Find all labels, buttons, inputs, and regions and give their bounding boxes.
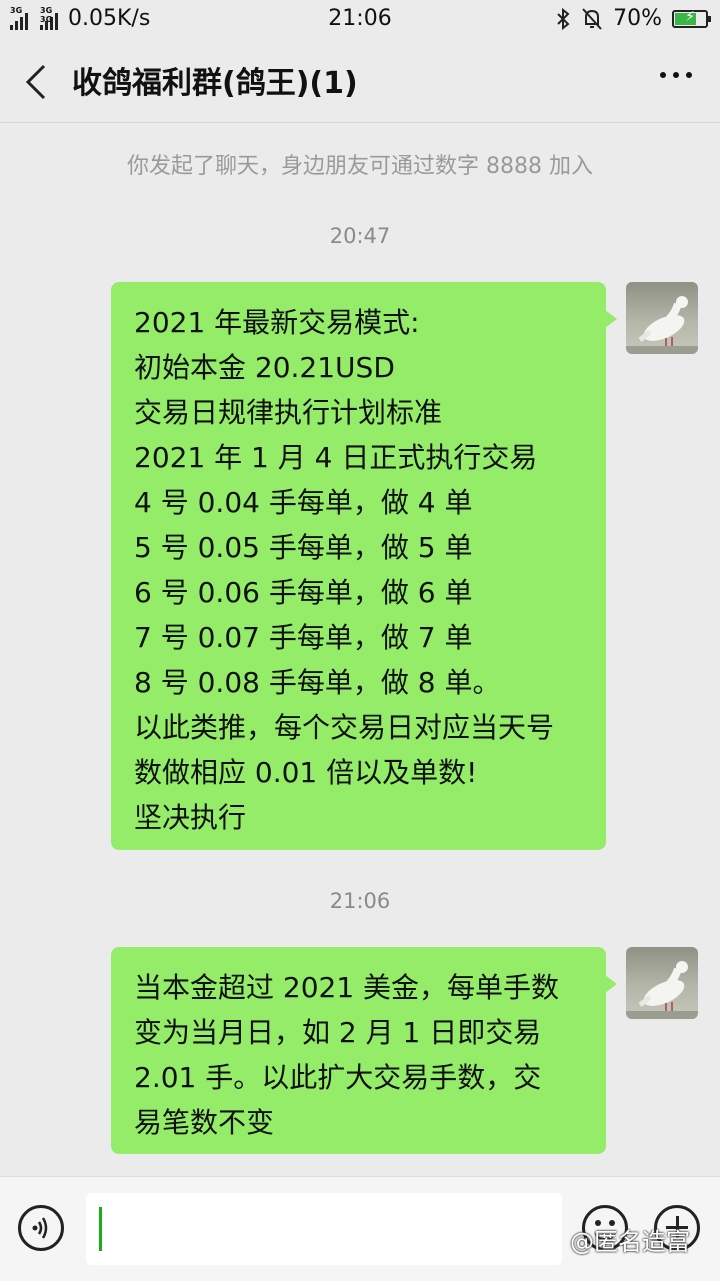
watermark: @匿名造富 — [570, 1228, 690, 1256]
message-line: 7 号 0.07 手每单，做 7 单 — [134, 621, 473, 654]
speaker-wave-icon — [32, 1217, 48, 1239]
mute-bell-icon — [582, 7, 602, 30]
message-line: 变为当月日，如 2 月 1 日即交易 — [134, 1016, 542, 1049]
message-line: 交易日规律执行计划标准 — [134, 396, 443, 429]
message-bubble-2[interactable]: 当本金超过 2021 美金，每单手数 变为当月日，如 2 月 1 日即交易 2.… — [111, 947, 617, 1154]
status-bar: 3G 3G 3G 0.05K/s 21:06 70% ⚡ — [0, 0, 720, 40]
message-line: 初始本金 20.21USD — [134, 351, 395, 384]
message-line: 6 号 0.06 手每单，做 6 单 — [134, 576, 473, 609]
message-line: 当本金超过 2021 美金，每单手数 — [134, 971, 560, 1004]
timestamp: 21:06 — [329, 889, 391, 913]
system-message: 你发起了聊天，身边朋友可通过数字 8888 加入 — [127, 154, 593, 179]
chat-title: 收鸽福利群(鸽王)(1) — [72, 66, 358, 101]
message-line: 2021 年最新交易模式: — [134, 306, 420, 339]
message-line: 2.01 手。以此扩大交易手数，交 — [134, 1061, 542, 1094]
pigeon-avatar-icon — [626, 296, 698, 354]
status-right: 70% ⚡ — [555, 6, 711, 31]
back-arrow-icon[interactable] — [22, 62, 52, 102]
message-line: 5 号 0.05 手每单，做 5 单 — [134, 531, 473, 564]
header-divider — [0, 122, 720, 123]
avatar[interactable] — [626, 947, 698, 1019]
message-line: 2021 年 1 月 4 日正式执行交易 — [134, 441, 538, 474]
message-line: 8 号 0.08 手每单，做 8 单。 — [134, 666, 501, 699]
message-line: 4 号 0.04 手每单，做 4 单 — [134, 486, 473, 519]
voice-input-icon[interactable] — [18, 1205, 64, 1251]
timestamp: 20:47 — [329, 224, 391, 248]
message-input[interactable] — [86, 1193, 562, 1265]
message-line: 坚决执行 — [134, 801, 247, 834]
message-bubble-1[interactable]: 2021 年最新交易模式: 初始本金 20.21USD 交易日规律执行计划标准 … — [111, 282, 617, 850]
more-options-icon[interactable] — [660, 72, 692, 78]
message-line: 数做相应 0.01 倍以及单数! — [134, 756, 478, 789]
avatar[interactable] — [626, 282, 698, 354]
bluetooth-icon — [557, 7, 570, 30]
text-cursor — [99, 1207, 102, 1251]
message-line: 易笔数不变 — [134, 1106, 275, 1139]
battery-icon: ⚡ — [672, 9, 711, 28]
battery-percent: 70% — [613, 6, 662, 31]
pigeon-avatar-icon — [626, 961, 698, 1019]
chat-header: 收鸽福利群(鸽王)(1) — [0, 40, 720, 122]
message-line: 以此类推，每个交易日对应当天号 — [134, 711, 555, 744]
